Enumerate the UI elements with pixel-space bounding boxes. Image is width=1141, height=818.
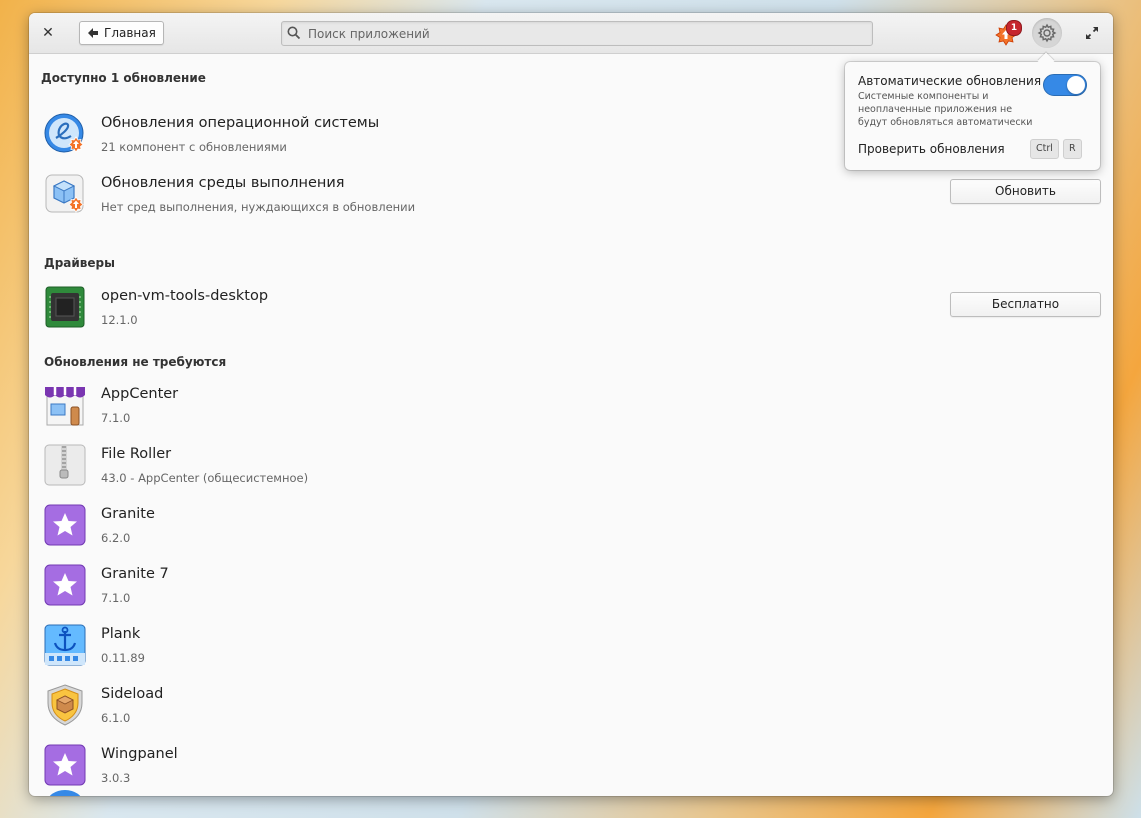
section-drivers-title: Драйверы bbox=[44, 256, 115, 270]
granite-star-icon bbox=[44, 504, 86, 546]
home-button-label: Главная bbox=[104, 26, 156, 40]
maximize-icon bbox=[1086, 27, 1098, 39]
plank-anchor-icon bbox=[44, 624, 86, 666]
item-description: 43.0 - AppCenter (общесистемное) bbox=[101, 471, 309, 485]
list-item[interactable]: Sideload 6.1.0 bbox=[29, 683, 1113, 743]
item-name: open-vm-tools-desktop bbox=[101, 288, 269, 304]
section-up-to-date-title: Обновления не требуются bbox=[44, 355, 227, 369]
search-input[interactable] bbox=[306, 24, 865, 44]
partial-app-icon bbox=[49, 790, 81, 796]
item-name: Sideload bbox=[101, 686, 164, 702]
item-description: 6.2.0 bbox=[101, 531, 131, 545]
archive-icon bbox=[44, 444, 86, 486]
list-item[interactable]: Обновления среды выполнения Нет сред вып… bbox=[29, 172, 1113, 232]
runtime-updates-icon bbox=[45, 174, 84, 213]
item-description: 21 компонент с обновлениями bbox=[101, 140, 287, 154]
gear-icon bbox=[1037, 23, 1057, 43]
search-icon bbox=[287, 26, 301, 40]
section-available-title: Доступно 1 обновление bbox=[41, 71, 206, 85]
item-name: Plank bbox=[101, 626, 141, 642]
granite-star-icon bbox=[44, 744, 86, 786]
list-item[interactable]: Wingpanel 3.0.3 bbox=[29, 743, 1113, 796]
item-description: 12.1.0 bbox=[101, 313, 138, 327]
list-item[interactable]: open-vm-tools-desktop 12.1.0 Бесплатно bbox=[29, 285, 1113, 345]
list-item[interactable]: Granite 6.2.0 bbox=[29, 503, 1113, 563]
appcenter-icon bbox=[45, 387, 85, 426]
back-arrow-icon bbox=[88, 28, 98, 38]
update-button[interactable]: Обновить bbox=[950, 179, 1101, 204]
item-name: Обновления операционной системы bbox=[101, 115, 380, 131]
item-name: Granite bbox=[101, 506, 155, 522]
free-install-button[interactable]: Бесплатно bbox=[950, 292, 1101, 317]
item-description: 3.0.3 bbox=[101, 771, 131, 785]
auto-updates-label: Автоматические обновления bbox=[858, 74, 1042, 88]
switch-knob bbox=[1067, 76, 1085, 94]
item-description: 7.1.0 bbox=[101, 591, 131, 605]
item-description: 7.1.0 bbox=[101, 411, 131, 425]
driver-chip-icon bbox=[45, 286, 85, 328]
list-item[interactable]: Plank 0.11.89 bbox=[29, 623, 1113, 683]
item-description: Нет сред выполнения, нуждающихся в обнов… bbox=[101, 200, 416, 214]
search-field[interactable] bbox=[281, 21, 873, 46]
list-item[interactable]: Granite 7 7.1.0 bbox=[29, 563, 1113, 623]
shortcut-key-ctrl: Ctrl bbox=[1030, 139, 1059, 159]
updates-count-badge: 1 bbox=[1006, 20, 1022, 36]
item-description: 0.11.89 bbox=[101, 651, 145, 665]
list-item[interactable]: File Roller 43.0 - AppCenter (общесистем… bbox=[29, 443, 1113, 503]
item-name: Обновления среды выполнения bbox=[101, 175, 345, 191]
item-description: 6.1.0 bbox=[101, 711, 131, 725]
item-name: Granite 7 bbox=[101, 566, 169, 582]
home-button[interactable]: Главная bbox=[79, 21, 164, 45]
settings-popover: Автоматические обновления Системные комп… bbox=[845, 62, 1100, 170]
check-updates-menu-item[interactable]: Проверить обновления bbox=[858, 142, 1005, 156]
list-item[interactable]: AppCenter 7.1.0 bbox=[29, 383, 1113, 443]
maximize-button[interactable] bbox=[1084, 25, 1100, 41]
item-name: File Roller bbox=[101, 446, 172, 462]
os-updates-icon bbox=[44, 113, 84, 153]
auto-updates-description: Системные компоненты и неоплаченные прил… bbox=[858, 91, 1033, 128]
granite-star-icon bbox=[44, 564, 86, 606]
item-name: AppCenter bbox=[101, 386, 179, 402]
close-button[interactable]: ✕ bbox=[39, 24, 57, 42]
updates-button[interactable]: 1 bbox=[995, 20, 1023, 47]
sideload-shield-icon bbox=[47, 684, 83, 726]
shortcut-key-r: R bbox=[1063, 139, 1082, 159]
headerbar: ✕ Главная 1 bbox=[29, 13, 1113, 54]
item-name: Wingpanel bbox=[101, 746, 178, 762]
settings-menu-button[interactable] bbox=[1032, 18, 1062, 48]
auto-updates-switch[interactable] bbox=[1043, 74, 1087, 96]
